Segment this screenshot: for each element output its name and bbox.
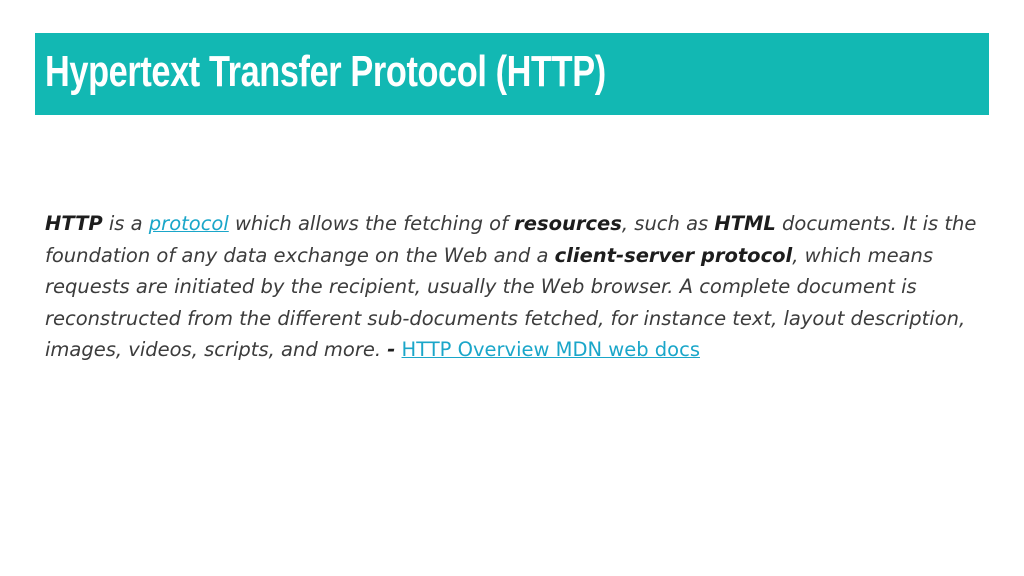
text-segment: , such as [621,212,715,235]
text-segment: which allows the fetching of [228,212,515,235]
mdn-source-link[interactable]: HTTP Overview MDN web docs [402,338,700,361]
term-resources: resources [514,212,622,235]
slide: Hypertext Transfer Protocol (HTTP) HTTP … [0,0,1024,576]
term-html: HTML [714,212,776,235]
body-paragraph: HTTP is a protocol which allows the fetc… [45,208,980,366]
slide-title: Hypertext Transfer Protocol (HTTP) [45,47,606,96]
term-http: HTTP [45,212,103,235]
term-client-server-protocol: client-server protocol [554,243,793,267]
protocol-link[interactable]: protocol [149,212,229,235]
text-segment: is a [102,212,149,235]
title-bar: Hypertext Transfer Protocol (HTTP) [35,33,989,115]
